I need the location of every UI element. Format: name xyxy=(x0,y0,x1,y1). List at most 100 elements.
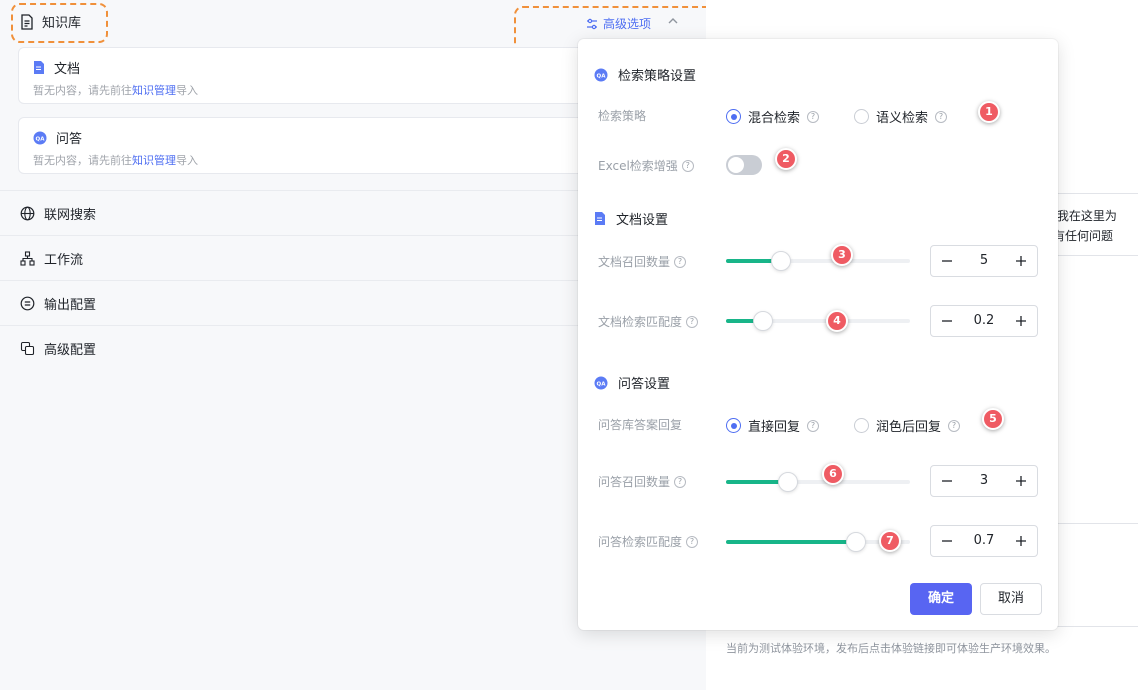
strategy-label: 检索策略 xyxy=(598,107,646,124)
doc-match-stepper[interactable]: 0.2 xyxy=(930,305,1038,337)
highlight-box-knowledge xyxy=(11,3,108,43)
doc-match-label: 文档检索匹配度? xyxy=(598,313,699,330)
annotation-marker-5: 5 xyxy=(982,408,1004,430)
output-icon xyxy=(20,296,35,311)
doc-desc-prefix: 暂无内容，请先前往 xyxy=(33,84,132,97)
label-text: 文档检索匹配度 xyxy=(598,315,683,329)
radio-label: 混合检索 xyxy=(748,111,801,126)
section-label: 联网搜索 xyxy=(44,208,97,223)
qa-desc-suffix: 导入 xyxy=(176,154,198,167)
radio-direct-reply[interactable]: 直接回复 ? xyxy=(726,416,820,435)
svg-text:QA: QA xyxy=(597,73,607,79)
radio-circle xyxy=(854,418,869,433)
section-label: 高级配置 xyxy=(44,343,97,358)
radio-hybrid-search[interactable]: 混合检索 ? xyxy=(726,107,820,126)
label-text: 问答召回数量 xyxy=(598,475,671,489)
qa-icon: QA xyxy=(594,68,608,82)
stepper-value[interactable]: 3 xyxy=(963,473,1005,488)
qa-match-label: 问答检索匹配度? xyxy=(598,533,699,550)
radio-semantic-search[interactable]: 语义检索 ? xyxy=(854,107,948,126)
annotation-marker-2: 2 xyxy=(775,148,797,170)
doc-file-icon xyxy=(33,60,45,75)
qa-desc-prefix: 暂无内容，请先前往 xyxy=(33,154,132,167)
qa-knowledge-link[interactable]: 知识管理 xyxy=(132,154,176,167)
qa-section-header: QA 问答设置 xyxy=(594,373,670,392)
globe-icon xyxy=(20,206,35,221)
radio-polished-reply[interactable]: 润色后回复 ? xyxy=(854,416,961,435)
workflow-icon xyxy=(20,251,35,266)
qa-card-title: 问答 xyxy=(56,132,83,147)
help-icon[interactable]: ? xyxy=(686,315,699,328)
plus-icon[interactable] xyxy=(1005,306,1037,336)
minus-icon[interactable] xyxy=(931,246,963,276)
retrieval-section-header: QA 检索策略设置 xyxy=(594,65,696,84)
qa-recall-slider[interactable] xyxy=(726,472,910,492)
annotation-marker-7: 7 xyxy=(879,530,901,552)
doc-recall-slider[interactable] xyxy=(726,251,910,271)
label-text: 问答检索匹配度 xyxy=(598,535,683,549)
plus-icon[interactable] xyxy=(1005,246,1037,276)
section-label: 输出配置 xyxy=(44,298,97,313)
help-icon[interactable]: ? xyxy=(807,110,820,123)
excel-label: Excel检索增强? xyxy=(598,157,694,174)
label-text: 问答库答案回复 xyxy=(598,418,683,432)
radio-circle xyxy=(726,418,741,433)
slider-handle[interactable] xyxy=(778,472,798,492)
label-text: Excel检索增强 xyxy=(598,159,678,173)
help-icon[interactable]: ? xyxy=(674,475,687,488)
cancel-button[interactable]: 取消 xyxy=(980,583,1042,615)
radio-label: 直接回复 xyxy=(748,420,801,435)
doc-recall-label: 文档召回数量? xyxy=(598,253,687,270)
advanced-options-popover: QA 检索策略设置 检索策略 混合检索 ? 语义检索 ? 1 Excel检索增强… xyxy=(578,39,1058,630)
slider-fill xyxy=(726,540,856,544)
qa-card-desc: 暂无内容，请先前往知识管理导入 xyxy=(33,152,198,168)
doc-card-desc: 暂无内容，请先前往知识管理导入 xyxy=(33,82,198,98)
env-notice: 当前为测试体验环境，发布后点击体验链接即可体验生产环境效果。 xyxy=(726,642,1056,655)
help-icon[interactable]: ? xyxy=(686,535,699,548)
doc-card[interactable]: 文档 暂无内容，请先前往知识管理导入 xyxy=(18,47,638,104)
toggle-knob xyxy=(728,157,744,173)
help-icon[interactable]: ? xyxy=(948,419,961,432)
help-icon[interactable]: ? xyxy=(681,159,694,172)
slider-handle[interactable] xyxy=(771,251,791,271)
annotation-marker-4: 4 xyxy=(826,310,848,332)
radio-circle xyxy=(726,109,741,124)
qa-icon: QA xyxy=(594,376,608,390)
minus-icon[interactable] xyxy=(931,466,963,496)
doc-desc-suffix: 导入 xyxy=(176,84,198,97)
annotation-marker-3: 3 xyxy=(831,244,853,266)
label-text: 文档召回数量 xyxy=(598,255,671,269)
svg-text:QA: QA xyxy=(36,136,46,142)
copy-icon xyxy=(20,341,35,356)
minus-icon[interactable] xyxy=(931,306,963,336)
doc-section-header: 文档设置 xyxy=(594,209,668,228)
qa-recall-label: 问答召回数量? xyxy=(598,473,687,490)
help-icon[interactable]: ? xyxy=(674,255,687,268)
stepper-value[interactable]: 0.7 xyxy=(963,533,1005,548)
qa-recall-stepper[interactable]: 3 xyxy=(930,465,1038,497)
help-icon[interactable]: ? xyxy=(935,110,948,123)
radio-circle xyxy=(854,109,869,124)
plus-icon[interactable] xyxy=(1005,526,1037,556)
radio-label: 语义检索 xyxy=(876,111,929,126)
doc-match-slider[interactable] xyxy=(726,311,910,331)
qa-match-stepper[interactable]: 0.7 xyxy=(930,525,1038,557)
section-title: 问答设置 xyxy=(618,377,671,392)
minus-icon[interactable] xyxy=(931,526,963,556)
slider-handle[interactable] xyxy=(753,311,773,331)
doc-recall-stepper[interactable]: 5 xyxy=(930,245,1038,277)
excel-enhance-toggle[interactable] xyxy=(726,155,762,175)
stepper-value[interactable]: 5 xyxy=(963,253,1005,268)
radio-label: 润色后回复 xyxy=(876,420,942,435)
qa-reply-label: 问答库答案回复 xyxy=(598,416,682,433)
doc-knowledge-link[interactable]: 知识管理 xyxy=(132,84,176,97)
help-icon[interactable]: ? xyxy=(807,419,820,432)
section-title: 检索策略设置 xyxy=(618,69,697,84)
confirm-button[interactable]: 确定 xyxy=(910,583,972,615)
label-text: 检索策略 xyxy=(598,109,647,123)
plus-icon[interactable] xyxy=(1005,466,1037,496)
section-title: 文档设置 xyxy=(616,213,669,228)
stepper-value[interactable]: 0.2 xyxy=(963,313,1005,328)
qa-card[interactable]: QA 问答 暂无内容，请先前往知识管理导入 xyxy=(18,117,638,174)
slider-handle[interactable] xyxy=(846,532,866,552)
